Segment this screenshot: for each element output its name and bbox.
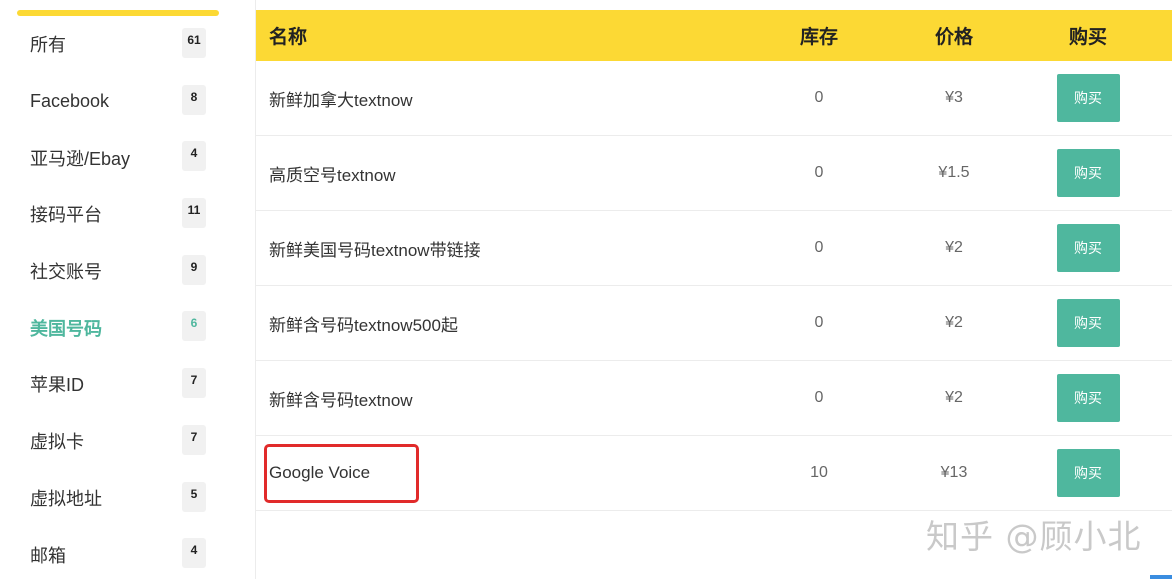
product-stock: 0	[814, 89, 824, 106]
category-count-badge: 11	[182, 198, 206, 229]
category-label: 美国号码	[30, 318, 102, 339]
category-sidebar: 所有 61 Facebook 8 亚马逊/Ebay 4 接码平台 11 社交账号…	[0, 0, 256, 579]
category-count-badge: 4	[182, 538, 206, 569]
product-name: 新鲜美国号码textnow带链接	[269, 240, 481, 260]
category-item-virtual-address[interactable]: 虚拟地址 5	[0, 470, 240, 527]
product-name: 新鲜加拿大textnow	[269, 90, 413, 110]
buy-cell: 购买	[1004, 374, 1172, 422]
buy-button[interactable]: 购买	[1056, 149, 1120, 197]
table-row: 新鲜加拿大textnow 0 ¥3 购买	[256, 61, 1172, 136]
product-price: ¥2	[945, 314, 963, 331]
table-row: 新鲜含号码textnow500起 0 ¥2 购买	[256, 286, 1172, 361]
category-label: 虚拟地址	[30, 488, 102, 509]
category-count-badge: 9	[182, 254, 206, 285]
category-item-us-numbers[interactable]: 美国号码 6	[0, 299, 240, 356]
category-item-amazon-ebay[interactable]: 亚马逊/Ebay 4	[0, 129, 240, 186]
category-item-apple-id[interactable]: 苹果ID 7	[0, 356, 240, 413]
product-name: Google Voice	[269, 463, 371, 482]
category-count-badge: 8	[182, 84, 206, 115]
category-item-social-accounts[interactable]: 社交账号 9	[0, 243, 240, 300]
buy-cell: 购买	[1004, 149, 1172, 197]
buy-button[interactable]: 购买	[1056, 74, 1120, 122]
product-stock: 0	[814, 239, 824, 256]
category-label: 接码平台	[30, 205, 102, 226]
product-table: 名称 库存 价格 购买 新鲜加拿大textnow 0 ¥3 购买 高质空号tex…	[256, 10, 1172, 512]
product-price: ¥13	[940, 464, 968, 481]
table-row: 高质空号textnow 0 ¥1.5 购买	[256, 136, 1172, 211]
category-count-badge: 4	[182, 141, 206, 172]
category-label: 社交账号	[30, 262, 102, 283]
product-name: 新鲜含号码textnow500起	[269, 315, 458, 335]
product-stock: 0	[814, 389, 824, 406]
header-stock: 库存	[799, 27, 838, 48]
category-item-virtual-card[interactable]: 虚拟卡 7	[0, 413, 240, 470]
category-label: 所有	[30, 35, 66, 56]
product-name: 新鲜含号码textnow	[269, 390, 413, 410]
product-price: ¥2	[945, 389, 963, 406]
table-row: 新鲜含号码textnow 0 ¥2 购买	[256, 361, 1172, 436]
product-price: ¥3	[945, 89, 963, 106]
page: 所有 61 Facebook 8 亚马逊/Ebay 4 接码平台 11 社交账号…	[0, 0, 1172, 579]
category-item-sms-platform[interactable]: 接码平台 11	[0, 186, 240, 243]
product-stock: 0	[814, 164, 824, 181]
watermark: 知乎 @顾小北	[926, 517, 1142, 556]
product-stock: 10	[810, 464, 828, 481]
category-item-all[interactable]: 所有 61	[0, 16, 240, 73]
header-price: 价格	[934, 27, 973, 48]
buy-button[interactable]: 购买	[1056, 374, 1120, 422]
category-label: 虚拟卡	[30, 432, 84, 453]
buy-button[interactable]: 购买	[1056, 449, 1120, 497]
product-stock: 0	[814, 314, 824, 331]
buy-cell: 购买	[1004, 449, 1172, 497]
product-price: ¥1.5	[938, 164, 970, 181]
category-count-badge: 7	[182, 368, 206, 399]
product-price: ¥2	[945, 239, 963, 256]
category-item-facebook[interactable]: Facebook 8	[0, 73, 240, 130]
buy-button[interactable]: 购买	[1056, 224, 1120, 272]
corner-indicator	[1150, 575, 1172, 579]
header-name: 名称	[269, 27, 308, 48]
category-label: Facebook	[30, 90, 110, 111]
category-label: 苹果ID	[30, 375, 84, 396]
category-count-badge: 7	[182, 424, 206, 455]
table-row: 新鲜美国号码textnow带链接 0 ¥2 购买	[256, 211, 1172, 286]
buy-cell: 购买	[1004, 299, 1172, 347]
category-count-badge: 5	[182, 481, 206, 512]
category-count-badge: 6	[182, 311, 206, 342]
header-buy: 购买	[1068, 27, 1107, 48]
category-item-email[interactable]: 邮箱 4	[0, 526, 240, 579]
table-row: Google Voice 10 ¥13 购买	[256, 436, 1172, 511]
category-label: 亚马逊/Ebay	[30, 148, 131, 169]
buy-button[interactable]: 购买	[1056, 299, 1120, 347]
buy-cell: 购买	[1004, 224, 1172, 272]
table-header: 名称 库存 价格 购买	[256, 10, 1172, 61]
buy-cell: 购买	[1004, 74, 1172, 122]
category-label: 邮箱	[30, 545, 66, 566]
category-list: 所有 61 Facebook 8 亚马逊/Ebay 4 接码平台 11 社交账号…	[0, 16, 240, 579]
product-name: 高质空号textnow	[269, 165, 396, 185]
category-count-badge: 61	[182, 28, 206, 58]
